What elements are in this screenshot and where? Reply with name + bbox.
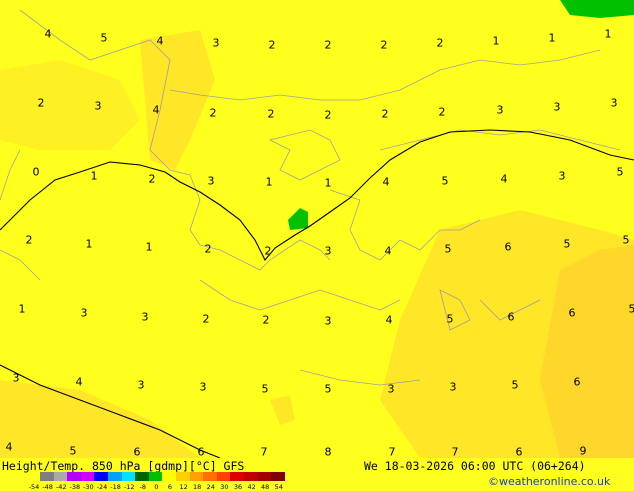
temperature-label: 9 xyxy=(580,446,587,457)
colorbar-segment xyxy=(176,472,190,481)
temperature-label: 4 xyxy=(76,377,83,388)
temperature-label: 3 xyxy=(325,246,332,257)
credit-link[interactable]: ©weatheronline.co.uk xyxy=(488,475,610,488)
temperature-label: 2 xyxy=(325,110,332,121)
colorbar-segment xyxy=(230,472,244,481)
temperature-label: 2 xyxy=(203,314,210,325)
temperature-label: 4 xyxy=(157,36,164,47)
temperature-label: 2 xyxy=(269,40,276,51)
temperature-label: 5 xyxy=(564,239,571,250)
colorbar-segment xyxy=(122,472,136,481)
temperature-label: 3 xyxy=(208,176,215,187)
temperature-label: 6 xyxy=(505,242,512,253)
temperature-label: 2 xyxy=(205,244,212,255)
temperature-label: 1 xyxy=(493,36,500,47)
colorbar-segment xyxy=(54,472,68,481)
temperature-label: 3 xyxy=(559,171,566,182)
temperature-label: 1 xyxy=(605,29,612,40)
temperature-label: 3 xyxy=(200,382,207,393)
temperature-label: 2 xyxy=(38,98,45,109)
colorbar-segment xyxy=(135,472,149,481)
temperature-label: 3 xyxy=(95,101,102,112)
weather-map: 4 5 4 3 2 2 2 2 1 1 1 2 3 4 2 2 2 2 2 3 3 3 0 1 2 3 1 1 4 5 4 3 5 2 1 1 2 2 3 4… xyxy=(0,0,634,458)
temperature-label: 5 xyxy=(442,176,449,187)
temperature-label: 2 xyxy=(26,235,33,246)
colorbar-segment xyxy=(108,472,122,481)
temperature-label: 5 xyxy=(325,384,332,395)
temperature-label: 5 xyxy=(623,235,630,246)
temperature-label: 1 xyxy=(146,242,153,253)
colorbar-segment xyxy=(67,472,81,481)
temperature-label: 4 xyxy=(153,105,160,116)
temperature-label: 2 xyxy=(382,109,389,120)
colorbar-segment xyxy=(94,472,108,481)
temperature-label: 1 xyxy=(91,171,98,182)
colorbar-segment xyxy=(244,472,258,481)
temperature-label: 0 xyxy=(33,167,40,178)
colorbar-segment xyxy=(149,472,163,481)
map-title: Height/Temp. 850 hPa [gdmp][°C] GFS xyxy=(2,459,244,473)
temperature-label: 2 xyxy=(149,174,156,185)
temperature-label: 3 xyxy=(611,98,618,109)
temperature-label: 3 xyxy=(81,308,88,319)
temperature-label: 4 xyxy=(45,29,52,40)
map-canvas xyxy=(0,0,634,458)
temperature-label: 6 xyxy=(198,447,205,458)
temperature-label: 8 xyxy=(325,447,332,458)
temperature-label: 2 xyxy=(210,108,217,119)
temperature-label: 3 xyxy=(450,382,457,393)
temperature-label: 4 xyxy=(385,246,392,257)
temperature-label: 2 xyxy=(268,109,275,120)
temperature-label: 6 xyxy=(134,447,141,458)
temperature-label: 2 xyxy=(381,40,388,51)
temperature-label: 7 xyxy=(452,447,459,458)
temperature-label: 4 xyxy=(383,177,390,188)
temperature-label: 1 xyxy=(86,239,93,250)
temperature-label: 4 xyxy=(6,442,13,453)
temperature-label: 2 xyxy=(265,246,272,257)
temperature-label: 4 xyxy=(386,315,393,326)
temperature-label: 5 xyxy=(512,380,519,391)
colorbar-segment xyxy=(81,472,95,481)
temperature-label: 2 xyxy=(325,40,332,51)
temperature-label: 1 xyxy=(266,177,273,188)
temperature-label: 1 xyxy=(19,304,26,315)
temperature-label: 6 xyxy=(516,447,523,458)
temperature-label: 7 xyxy=(389,447,396,458)
temperature-label: 2 xyxy=(437,38,444,49)
colorbar-segment xyxy=(190,472,204,481)
temperature-label: 5 xyxy=(101,33,108,44)
temperature-label: 6 xyxy=(574,377,581,388)
colorbar-segment xyxy=(271,472,285,481)
temperature-label: 3 xyxy=(388,384,395,395)
colorbar-segment xyxy=(258,472,272,481)
temperature-label: 3 xyxy=(213,38,220,49)
temperature-label: 5 xyxy=(629,304,634,315)
temperature-label: 3 xyxy=(142,312,149,323)
temperature-label: 5 xyxy=(447,314,454,325)
temperature-label: 5 xyxy=(262,384,269,395)
temperature-label: 3 xyxy=(13,373,20,384)
temperature-label: 1 xyxy=(549,33,556,44)
colorbar-segment xyxy=(203,472,217,481)
temperature-label: 5 xyxy=(617,167,624,178)
temperature-label: 1 xyxy=(325,178,332,189)
temperature-label: 2 xyxy=(263,315,270,326)
valid-time: We 18-03-2026 06:00 UTC (06+264) xyxy=(364,459,586,473)
temperature-label: 5 xyxy=(70,446,77,457)
temperature-label: 5 xyxy=(445,244,452,255)
temperature-label: 7 xyxy=(261,447,268,458)
temperature-label: 4 xyxy=(501,174,508,185)
temperature-label: 6 xyxy=(569,308,576,319)
colorbar-segment xyxy=(217,472,231,481)
temperature-label: 2 xyxy=(439,107,446,118)
temperature-label: 3 xyxy=(497,105,504,116)
colorbar-segment xyxy=(162,472,176,481)
temperature-label: 6 xyxy=(508,312,515,323)
temperature-label: 3 xyxy=(325,316,332,327)
temperature-label: 3 xyxy=(138,380,145,391)
temperature-label: 3 xyxy=(554,102,561,113)
colorbar-segment xyxy=(40,472,54,481)
